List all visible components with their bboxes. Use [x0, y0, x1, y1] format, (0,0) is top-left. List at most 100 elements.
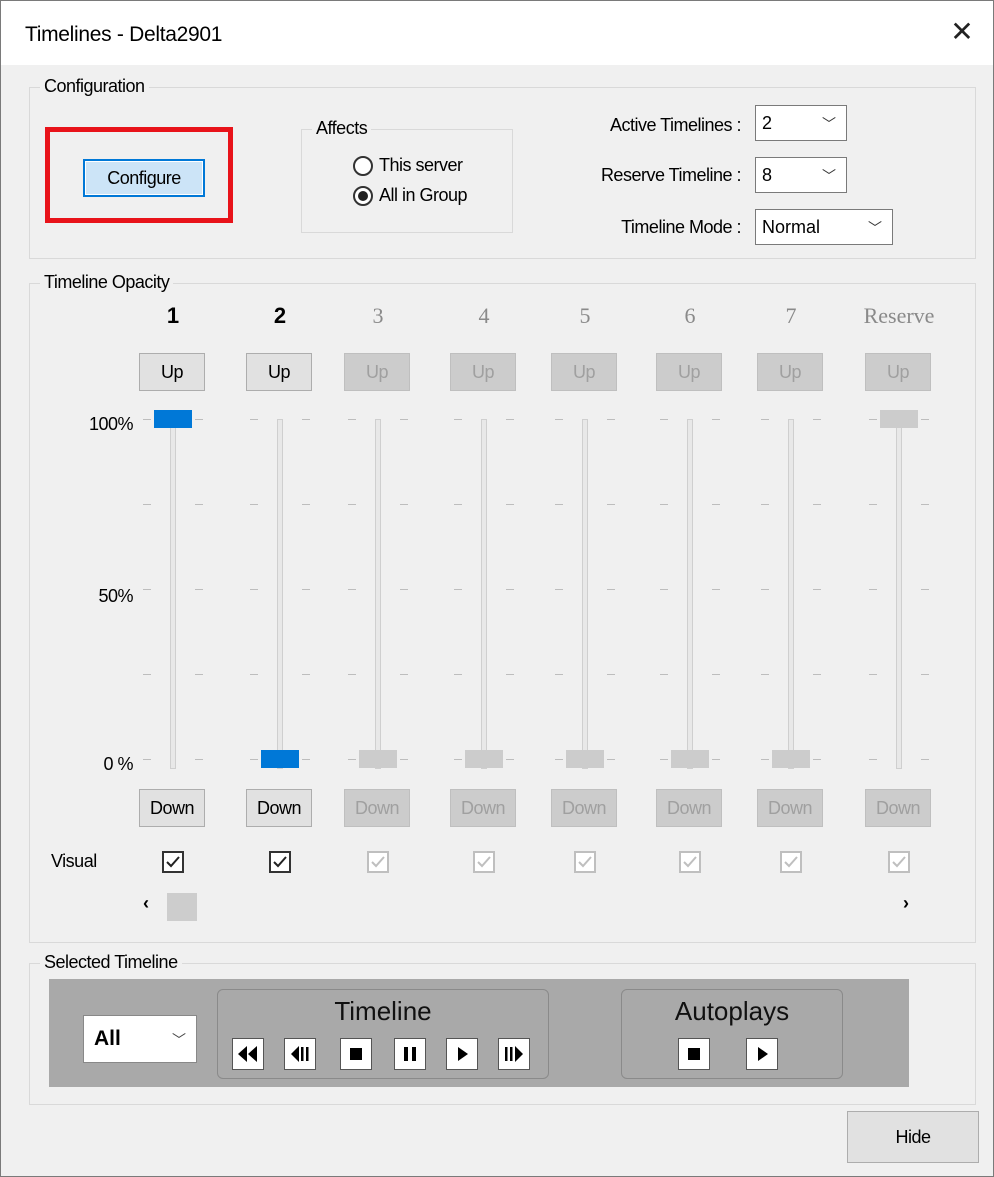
slider-tick: [195, 419, 203, 420]
down-button[interactable]: Down: [757, 789, 823, 827]
slider-tick: [506, 589, 514, 590]
opacity-slider-thumb[interactable]: [880, 410, 918, 428]
timeline-mode-label: Timeline Mode :: [621, 217, 741, 237]
scroll-left-button[interactable]: ‹: [143, 893, 149, 914]
slider-tick: [454, 504, 462, 505]
pause-button[interactable]: [394, 1038, 426, 1070]
slider-tick: [607, 674, 615, 675]
slider-tick: [400, 504, 408, 505]
visual-checkbox[interactable]: [888, 851, 910, 873]
visual-checkbox[interactable]: [574, 851, 596, 873]
close-icon[interactable]: ✕: [945, 15, 979, 49]
opacity-slider-thumb[interactable]: [772, 750, 810, 768]
down-button[interactable]: Down: [865, 789, 931, 827]
rewind-button[interactable]: [232, 1038, 264, 1070]
slider-tick: [302, 674, 310, 675]
timeline-mode-select[interactable]: Normal ﹀: [755, 209, 893, 245]
scroll-thumb[interactable]: [167, 893, 197, 921]
opacity-slider-thumb[interactable]: [566, 750, 604, 768]
slider-tick: [506, 759, 514, 760]
slider-tick: [506, 419, 514, 420]
up-button[interactable]: Up: [656, 353, 722, 391]
slider-tick: [660, 674, 668, 675]
opacity-slider-thumb[interactable]: [154, 410, 192, 428]
up-button[interactable]: Up: [551, 353, 617, 391]
checkmark-icon: [784, 856, 798, 868]
down-button[interactable]: Down: [551, 789, 617, 827]
step-forward-button[interactable]: [498, 1038, 530, 1070]
down-button[interactable]: Down: [246, 789, 312, 827]
hide-button[interactable]: Hide: [847, 1111, 979, 1163]
up-button[interactable]: Up: [757, 353, 823, 391]
opacity-slider-thumb[interactable]: [261, 750, 299, 768]
slider-tick: [143, 589, 151, 590]
visual-checkbox[interactable]: [679, 851, 701, 873]
down-button[interactable]: Down: [656, 789, 722, 827]
checkmark-icon: [166, 856, 180, 868]
slider-tick: [143, 419, 151, 420]
active-timelines-select[interactable]: 2 ﹀: [755, 105, 847, 141]
slider-tick: [869, 589, 877, 590]
down-button[interactable]: Down: [139, 789, 205, 827]
opacity-slider-track[interactable]: [788, 419, 794, 769]
slider-tick: [555, 589, 563, 590]
configuration-group-label: Configuration: [40, 76, 149, 97]
slider-tick: [712, 419, 720, 420]
slider-tick: [143, 674, 151, 675]
column-header: 2: [273, 303, 287, 328]
opacity-slider-track[interactable]: [582, 419, 588, 769]
slider-tick: [400, 419, 408, 420]
column-header: 5: [579, 303, 591, 328]
opacity-slider-track[interactable]: [277, 419, 283, 769]
visual-checkbox[interactable]: [367, 851, 389, 873]
play-button[interactable]: [446, 1038, 478, 1070]
checkmark-icon: [371, 856, 385, 868]
slider-tick: [712, 504, 720, 505]
chevron-down-icon: ﹀: [172, 1032, 186, 1048]
opacity-slider-track[interactable]: [896, 419, 902, 769]
timeline-mode-value: Normal: [762, 216, 821, 237]
configure-button[interactable]: Configure: [83, 159, 205, 197]
opacity-slider-thumb[interactable]: [359, 750, 397, 768]
down-button[interactable]: Down: [344, 789, 410, 827]
visual-checkbox[interactable]: [473, 851, 495, 873]
down-button[interactable]: Down: [450, 789, 516, 827]
visual-checkbox[interactable]: [780, 851, 802, 873]
opacity-slider-thumb[interactable]: [465, 750, 503, 768]
slider-tick: [813, 504, 821, 505]
opacity-slider-thumb[interactable]: [671, 750, 709, 768]
slider-tick: [761, 759, 769, 760]
slider-tick: [454, 759, 462, 760]
up-button[interactable]: Up: [865, 353, 931, 391]
autoplay-stop-button[interactable]: [678, 1038, 710, 1070]
chevron-down-icon: ﹀: [868, 220, 882, 236]
visual-checkbox[interactable]: [269, 851, 291, 873]
slider-tick: [348, 589, 356, 590]
opacity-slider-track[interactable]: [170, 419, 176, 769]
up-button[interactable]: Up: [344, 353, 410, 391]
reserve-timeline-select[interactable]: 8 ﹀: [755, 157, 847, 193]
up-button[interactable]: Up: [450, 353, 516, 391]
slider-tick: [400, 589, 408, 590]
autoplay-play-button[interactable]: [746, 1038, 778, 1070]
up-button[interactable]: Up: [139, 353, 205, 391]
up-button[interactable]: Up: [246, 353, 312, 391]
opacity-slider-track[interactable]: [481, 419, 487, 769]
scale-label-100: 100%: [88, 414, 134, 434]
visual-checkbox[interactable]: [162, 851, 184, 873]
opacity-slider-track[interactable]: [687, 419, 693, 769]
slider-tick: [660, 419, 668, 420]
column-header: 7: [785, 303, 797, 328]
window-title: Timelines - Delta2901: [25, 23, 223, 46]
affects-group-label: Affects: [312, 118, 372, 139]
opacity-slider-track[interactable]: [375, 419, 381, 769]
slider-tick: [712, 589, 720, 590]
timeline-selector[interactable]: All ﹀: [83, 1015, 197, 1063]
radio-this-server[interactable]: This server: [353, 155, 463, 176]
slider-tick: [712, 759, 720, 760]
step-back-icon: [291, 1046, 309, 1062]
scroll-right-button[interactable]: ›: [903, 893, 909, 914]
stop-button[interactable]: [340, 1038, 372, 1070]
radio-all-in-group[interactable]: All in Group: [353, 185, 468, 206]
step-back-button[interactable]: [284, 1038, 316, 1070]
